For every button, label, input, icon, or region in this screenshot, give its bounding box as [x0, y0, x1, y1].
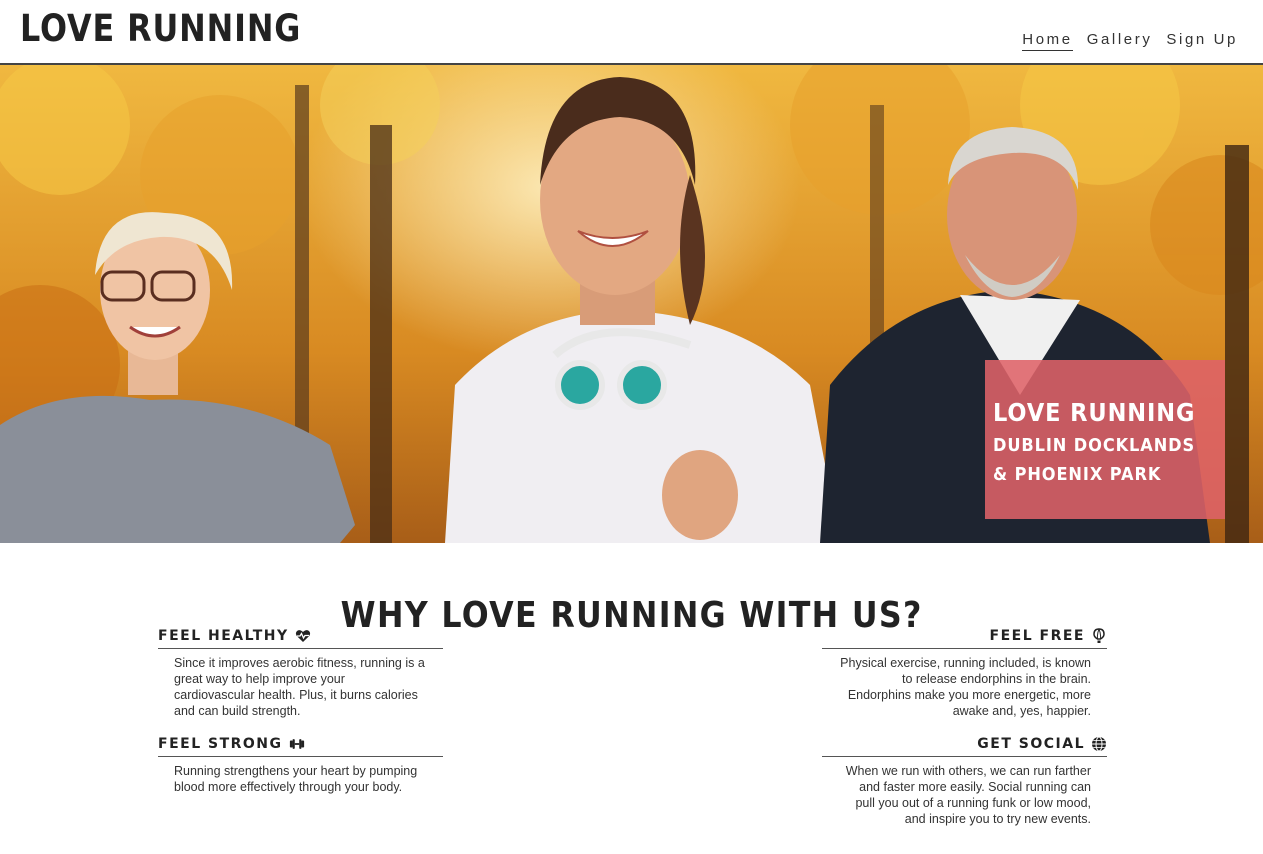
- feature-title: GET SOCIAL: [977, 736, 1085, 752]
- heartbeat-icon: [295, 630, 310, 642]
- feature-feel-strong: FEEL STRONG Running strengthens your hea…: [158, 736, 443, 795]
- feature-title: FEEL FREE: [989, 628, 1085, 644]
- main-nav: Home Gallery Sign Up: [1022, 31, 1238, 51]
- feature-text: When we run with others, we can run fart…: [845, 764, 1091, 826]
- hero-subtitle: DUBLIN DOCKLANDS & PHOENIX PARK: [993, 435, 1196, 485]
- nav-home-link[interactable]: Home: [1022, 31, 1073, 51]
- nav-signup-link[interactable]: Sign Up: [1166, 31, 1238, 51]
- feature-text: Running strengthens your heart by pumpin…: [174, 764, 418, 794]
- hero-caption-box: LOVE RUNNING DUBLIN DOCKLANDS & PHOENIX …: [985, 360, 1225, 519]
- site-header: LOVE RUNNING Home Gallery Sign Up: [0, 0, 1263, 65]
- feature-heading: FEEL STRONG: [158, 736, 443, 757]
- feature-heading: FEEL FREE: [822, 628, 1107, 649]
- feature-title: FEEL STRONG: [158, 736, 283, 752]
- feature-get-social: GET SOCIAL When we run with others, we c…: [822, 736, 1107, 827]
- hero-banner: LOVE RUNNING DUBLIN DOCKLANDS & PHOENIX …: [0, 65, 1263, 543]
- feature-title: FEEL HEALTHY: [158, 628, 289, 644]
- nav-gallery-link[interactable]: Gallery: [1087, 31, 1153, 51]
- globe-icon: [1092, 736, 1106, 752]
- hero-title: LOVE RUNNING: [993, 398, 1196, 427]
- feature-text: Physical exercise, running included, is …: [840, 656, 1091, 718]
- site-logo[interactable]: LOVE RUNNING: [20, 7, 301, 50]
- feature-feel-healthy: FEEL HEALTHY Since it improves aerobic f…: [158, 628, 443, 719]
- dumbbell-icon: [289, 739, 304, 749]
- feature-heading: FEEL HEALTHY: [158, 628, 443, 649]
- feature-feel-free: FEEL FREE Physical exercise, running inc…: [822, 628, 1107, 719]
- feature-heading: GET SOCIAL: [822, 736, 1107, 757]
- feature-text: Since it improves aerobic fitness, runni…: [174, 656, 425, 718]
- hot-air-balloon-icon: [1093, 628, 1105, 643]
